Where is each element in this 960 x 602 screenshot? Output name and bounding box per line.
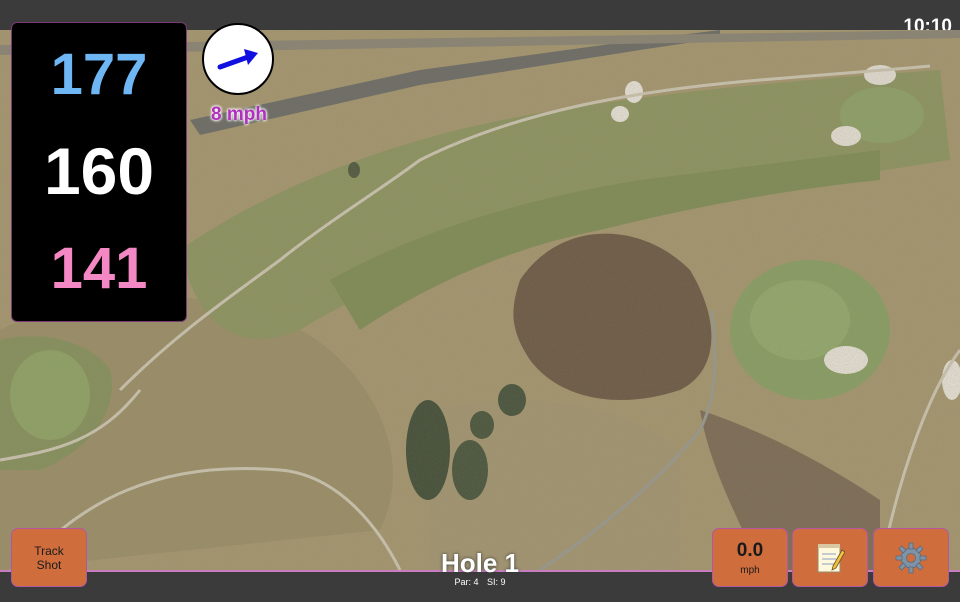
- speed-unit: mph: [740, 564, 760, 576]
- track-shot-button[interactable]: Track Shot: [11, 528, 87, 587]
- hole-info: Par: 4 SI: 9: [380, 577, 580, 587]
- speed-value: 0.0: [736, 539, 764, 561]
- hole-par: Par: 4: [454, 577, 479, 587]
- gear-icon: [895, 542, 927, 573]
- middle-distance: 160: [43, 134, 155, 208]
- distance-panel: 177 160 141: [11, 22, 187, 322]
- arrow-icon: [217, 49, 258, 70]
- wind-speed: 8 mph: [211, 104, 267, 125]
- wind-indicator: [202, 23, 274, 95]
- track-shot-label-line2: Shot: [36, 557, 62, 572]
- track-shot-label-line1: Track: [34, 543, 64, 558]
- settings-button[interactable]: [873, 528, 949, 587]
- speed-button[interactable]: 0.0 mph: [712, 528, 788, 587]
- notes-button[interactable]: [792, 528, 868, 587]
- notepad-icon: [817, 543, 845, 572]
- hole-title: Hole 1: [440, 548, 520, 578]
- hole-stroke-index: SI: 9: [487, 577, 506, 587]
- front-distance: 141: [50, 236, 148, 301]
- back-distance: 177: [50, 42, 148, 107]
